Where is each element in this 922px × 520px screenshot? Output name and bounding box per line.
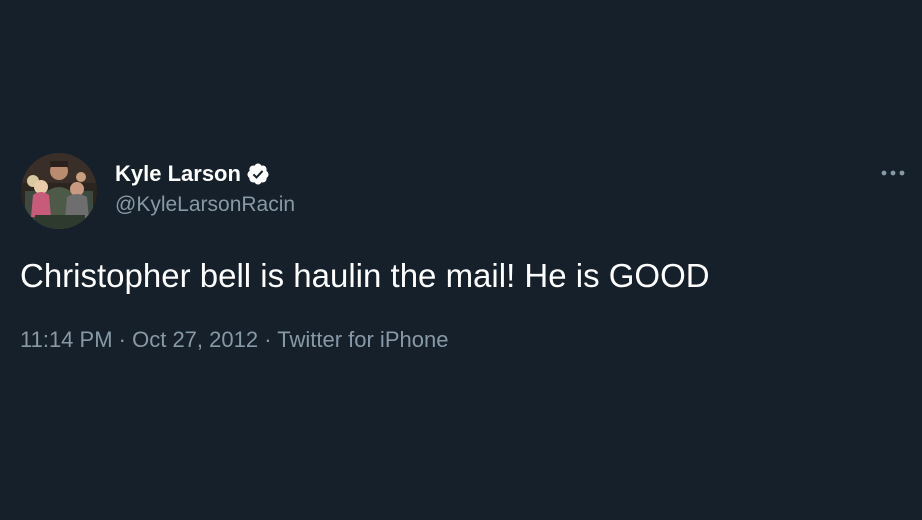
avatar[interactable] bbox=[21, 153, 97, 229]
tweet-card: Kyle Larson @KyleLarsonRacin Christopher… bbox=[0, 0, 922, 520]
tweet-text: Christopher bell is haulin the mail! He … bbox=[20, 257, 710, 294]
more-options-button[interactable] bbox=[876, 160, 910, 186]
author-display-name[interactable]: Kyle Larson bbox=[115, 159, 241, 189]
tweet-source[interactable]: Twitter for iPhone bbox=[277, 327, 448, 352]
tweet-time[interactable]: 11:14 PM bbox=[20, 327, 113, 352]
tweet-meta: 11:14 PM · Oct 27, 2012 · Twitter for iP… bbox=[20, 325, 448, 355]
author-name-row[interactable]: Kyle Larson bbox=[115, 159, 270, 189]
meta-separator: · bbox=[258, 327, 278, 352]
author-handle[interactable]: @KyleLarsonRacin bbox=[115, 190, 295, 220]
tweet-date[interactable]: Oct 27, 2012 bbox=[132, 327, 258, 352]
avatar-photo bbox=[21, 153, 97, 229]
meta-separator: · bbox=[112, 327, 133, 352]
more-options-icon bbox=[881, 170, 905, 176]
verified-badge-icon bbox=[246, 162, 270, 186]
